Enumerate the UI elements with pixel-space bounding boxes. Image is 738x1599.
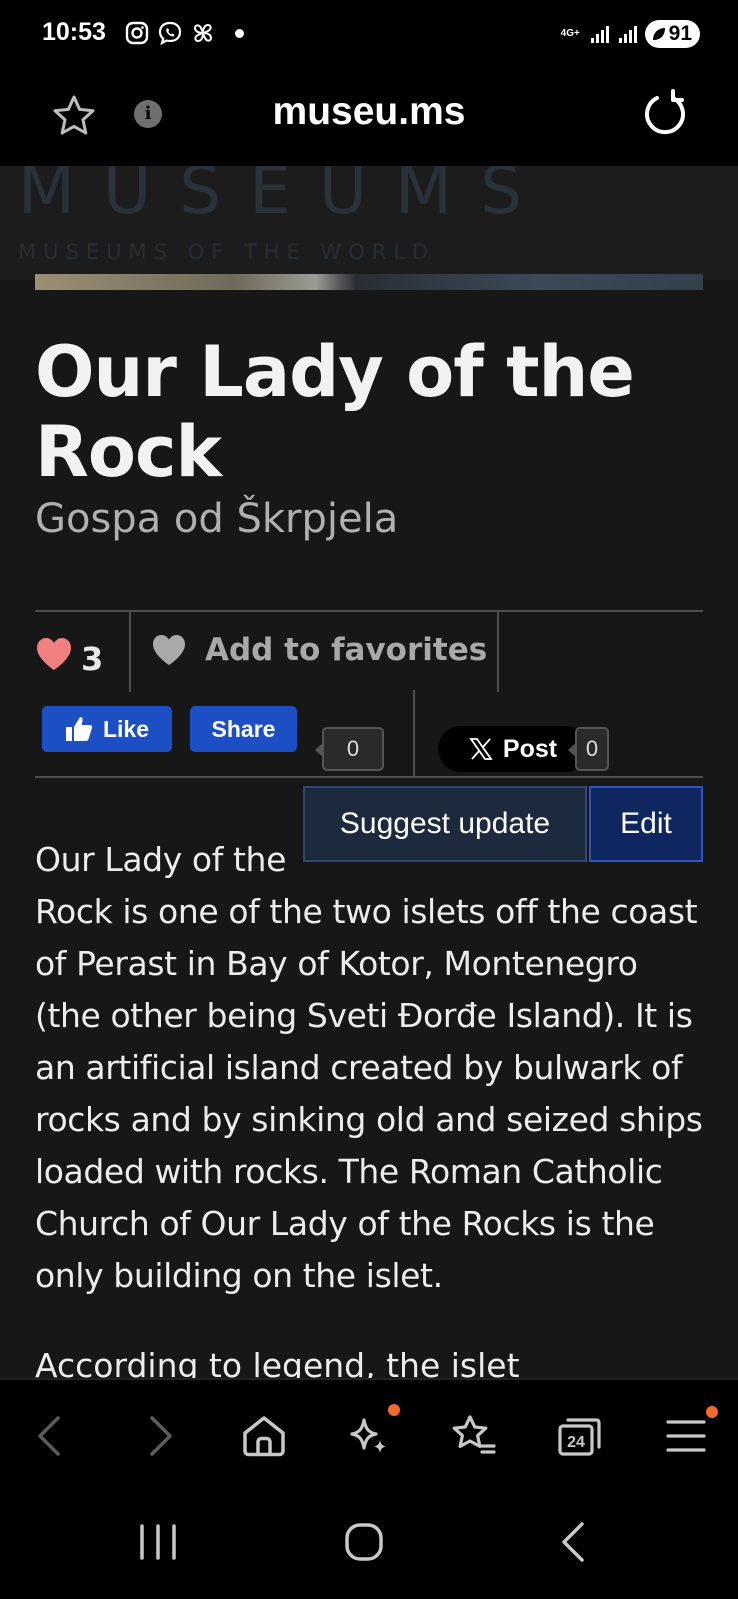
- logo-subtitle: MUSEUMS OF THE WORLD: [18, 240, 436, 264]
- recent-apps-icon: [140, 1524, 176, 1560]
- x-logo-icon: [469, 738, 493, 760]
- tabs-count: 24: [567, 1434, 585, 1451]
- logo-title: MUSEUMS: [18, 166, 550, 229]
- likes-counter[interactable]: 3: [35, 630, 103, 678]
- status-bar: 10:53 4G+ 91: [0, 0, 738, 70]
- back-button[interactable]: [24, 1410, 76, 1462]
- instagram-icon: [125, 21, 149, 45]
- ai-assistant-button[interactable]: [342, 1404, 400, 1462]
- facebook-share-count: 0: [315, 727, 384, 771]
- signal-icon: [590, 26, 609, 43]
- suggest-update-button[interactable]: Suggest update: [303, 786, 587, 862]
- home-icon: [243, 1416, 285, 1457]
- facebook-like-button[interactable]: Like: [42, 706, 172, 752]
- article-body-first-line: Our Lady of the: [35, 840, 286, 879]
- facebook-share-label: Share: [211, 715, 276, 742]
- article-body-text: Rock is one of the two islets off the co…: [35, 892, 703, 1295]
- add-to-favorites-button[interactable]: Add to favorites: [151, 632, 487, 668]
- x-post-count: 0: [568, 727, 609, 771]
- status-system-icons: 4G+ 91: [561, 20, 700, 48]
- heart-outline-icon: [153, 634, 185, 666]
- back-chevron-icon: [562, 1522, 584, 1562]
- facebook-like-label: Like: [102, 715, 150, 742]
- battery-level: 91: [668, 22, 692, 45]
- pinwheel-icon: [193, 23, 213, 43]
- network-type-label: 4G+: [560, 28, 580, 39]
- add-to-favorites-label: Add to favorites: [205, 632, 488, 668]
- recent-apps-button[interactable]: [128, 1518, 188, 1568]
- notification-dot: [235, 28, 244, 38]
- url-text[interactable]: museu.ms: [0, 90, 738, 134]
- edit-button[interactable]: Edit: [589, 786, 703, 862]
- divider: [129, 612, 131, 692]
- facebook-share-button[interactable]: Share: [190, 706, 297, 752]
- article-body: Our Lady of the Rock is one of the two i…: [35, 834, 709, 1302]
- battery-saver-leaf-icon: [652, 28, 665, 40]
- menu-button[interactable]: [660, 1406, 718, 1462]
- battery-icon: 91: [644, 20, 700, 48]
- social-share-bar: Like Share 0 Post 0: [35, 690, 703, 778]
- divider: [497, 612, 499, 692]
- browser-url-bar: i museu.ms: [0, 70, 738, 166]
- star-list-icon: [452, 1415, 496, 1454]
- x-post-button[interactable]: Post: [438, 726, 588, 772]
- hamburger-menu-icon: [666, 1420, 706, 1452]
- likes-count: 3: [81, 640, 104, 678]
- back-nav-button[interactable]: [544, 1518, 604, 1568]
- status-time: 10:53: [42, 18, 106, 46]
- bookmarks-button[interactable]: [448, 1410, 500, 1462]
- forward-button[interactable]: [134, 1410, 186, 1462]
- chevron-left-icon: [38, 1416, 60, 1456]
- home-circle-icon: [345, 1523, 383, 1561]
- site-logo[interactable]: MUSEUMS MUSEUMS OF THE WORLD: [0, 166, 738, 280]
- heart-icon: [37, 638, 71, 670]
- favorites-bar: 3 Add to favorites: [35, 610, 703, 692]
- web-page: MUSEUMS MUSEUMS OF THE WORLD Our Lady of…: [0, 166, 738, 1378]
- tabs-button[interactable]: 24: [554, 1410, 606, 1462]
- article-body-next-paragraph: According to legend, the islet: [35, 1346, 520, 1378]
- viber-icon: [158, 21, 182, 46]
- page-subtitle: Gospa od Škrpjela: [35, 496, 399, 542]
- reload-icon[interactable]: [640, 88, 690, 138]
- status-notification-icons: [124, 20, 244, 46]
- system-navigation-bar: [0, 1488, 738, 1599]
- notification-badge: [388, 1404, 400, 1416]
- x-post-label: Post: [502, 734, 558, 763]
- home-button[interactable]: [238, 1410, 290, 1462]
- home-nav-button[interactable]: [334, 1518, 394, 1568]
- chevron-right-icon: [150, 1416, 172, 1456]
- signal-icon: [618, 26, 637, 43]
- hero-image: [35, 274, 703, 290]
- notification-badge: [706, 1406, 718, 1418]
- thumbs-up-icon: [65, 717, 93, 741]
- divider: [413, 690, 415, 778]
- page-title: Our Lady of the Rock: [35, 331, 635, 493]
- browser-toolbar: 24: [0, 1378, 738, 1488]
- tabs-icon: 24: [558, 1418, 601, 1456]
- sparkle-icon: [350, 1418, 386, 1453]
